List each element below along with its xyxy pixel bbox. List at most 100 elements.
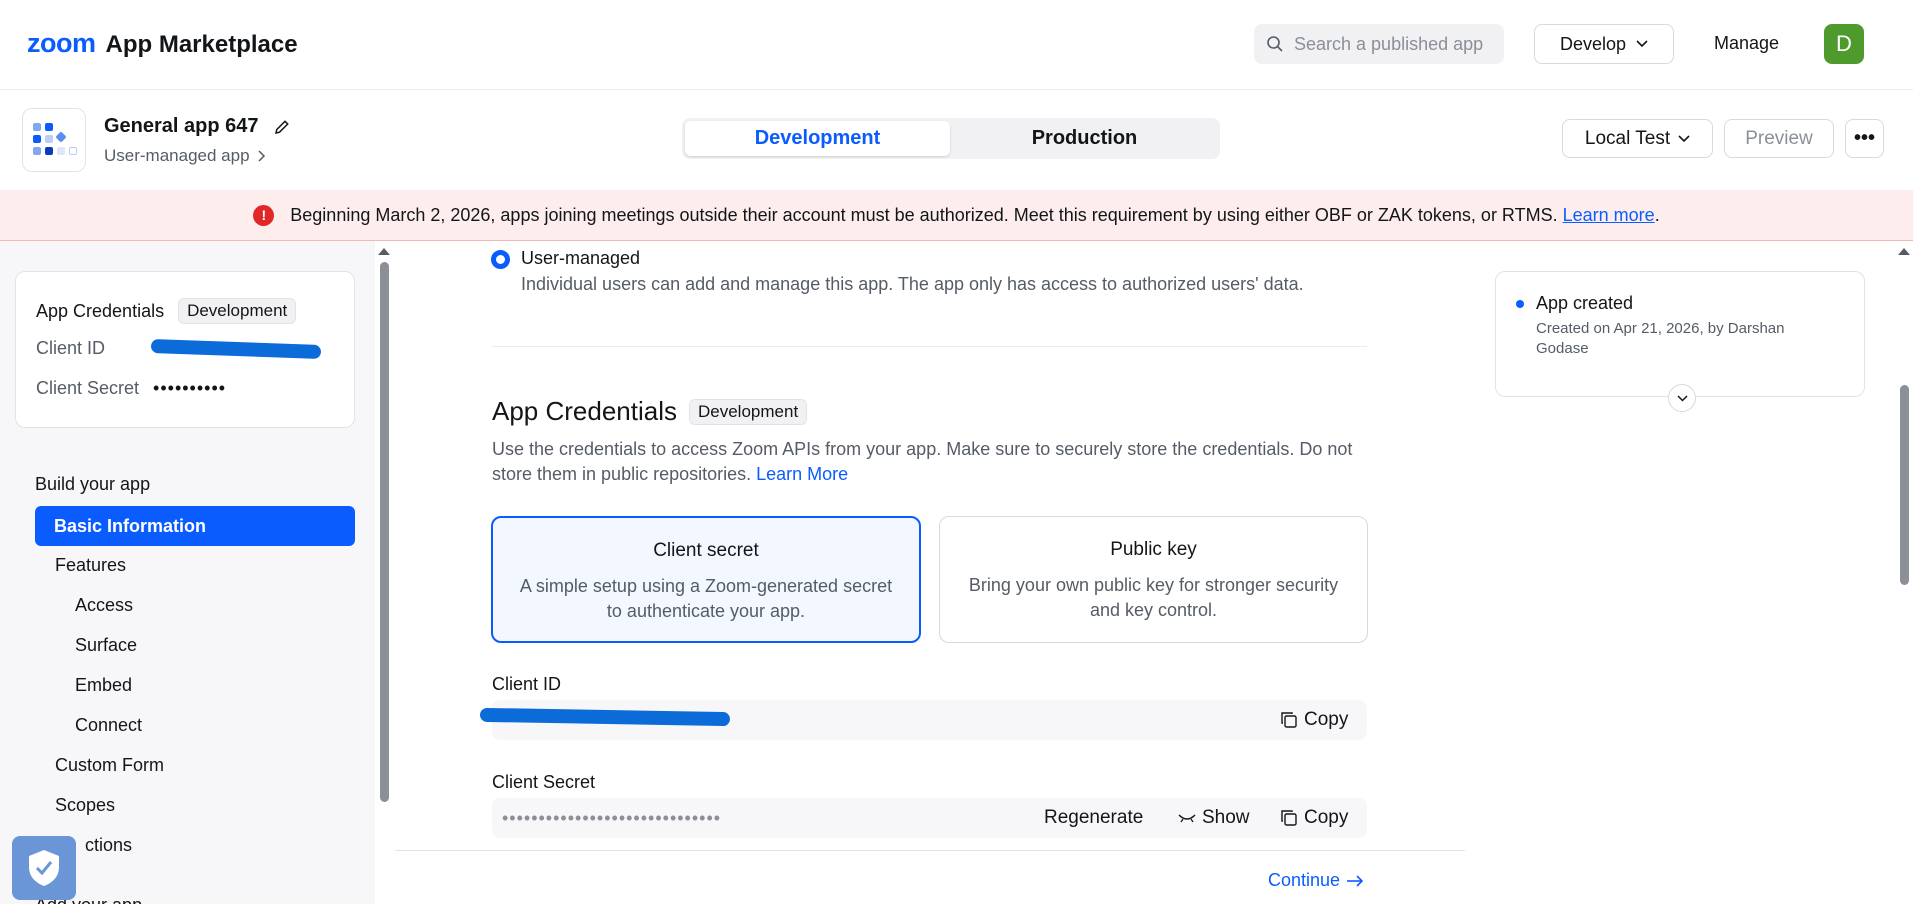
sidebar-item-embed[interactable]: Embed bbox=[75, 675, 132, 696]
tab-development[interactable]: Development bbox=[685, 121, 950, 156]
app-icon bbox=[22, 108, 86, 172]
chevron-down-icon bbox=[1636, 40, 1648, 48]
section-divider bbox=[492, 346, 1367, 347]
local-test-dropdown[interactable]: Local Test bbox=[1562, 119, 1713, 158]
copy-client-id-button[interactable]: Copy bbox=[1280, 709, 1348, 731]
cred-card-header: App Credentials Development bbox=[36, 298, 297, 324]
redaction-mark bbox=[479, 707, 731, 727]
sidebar-scroll-up-arrow[interactable] bbox=[378, 248, 390, 255]
sidebar-credentials-card: App Credentials Development Client ID Cl… bbox=[15, 271, 355, 428]
copy-icon bbox=[1281, 712, 1297, 728]
authorization-banner: ! Beginning March 2, 2026, apps joining … bbox=[0, 190, 1913, 241]
sidebar-item-label: Basic Information bbox=[54, 515, 207, 536]
marketplace-title: App Marketplace bbox=[105, 31, 298, 58]
zoom-logo-text: zoom bbox=[27, 28, 96, 58]
option-description: A simple setup using a Zoom-generated se… bbox=[519, 576, 893, 621]
sidebar-scrollbar[interactable] bbox=[380, 262, 389, 802]
page-scrollbar[interactable] bbox=[1900, 385, 1909, 585]
user-avatar[interactable]: D bbox=[1824, 24, 1864, 64]
continue-label: Continue bbox=[1268, 870, 1341, 890]
chevron-down-icon bbox=[1678, 134, 1690, 142]
client-secret-label: Client Secret bbox=[492, 772, 596, 792]
client-secret-field[interactable]: •••••••••••••••••••••••••••••• Regenerat… bbox=[492, 798, 1367, 838]
more-options-button[interactable]: ••• bbox=[1845, 119, 1884, 158]
sidebar-item-connect[interactable]: Connect bbox=[75, 715, 142, 736]
sidebar-item-basic-information[interactable]: Basic Information bbox=[35, 506, 355, 546]
credentials-description-text: Use the credentials to access Zoom APIs … bbox=[492, 439, 1353, 484]
sidebar-item-features[interactable]: Features bbox=[55, 555, 126, 576]
develop-dropdown[interactable]: Develop bbox=[1534, 24, 1674, 64]
chevron-right-icon bbox=[258, 150, 265, 162]
more-icon: ••• bbox=[1853, 127, 1875, 149]
sidebar-item-access[interactable]: Access bbox=[75, 595, 133, 616]
credentials-description: Use the credentials to access Zoom APIs … bbox=[492, 437, 1367, 487]
sidebar-item-scopes[interactable]: Scopes bbox=[55, 795, 115, 816]
zoom-marketplace-logo[interactable]: zoom App Marketplace bbox=[27, 28, 298, 59]
show-secret-button[interactable]: Show bbox=[1178, 807, 1250, 829]
search-box[interactable] bbox=[1254, 24, 1504, 64]
app-name: General app 647 bbox=[104, 115, 291, 138]
build-your-app-heading: Build your app bbox=[35, 474, 151, 494]
option-description: Bring your own public key for stronger s… bbox=[968, 575, 1339, 620]
chevron-down-icon bbox=[1676, 394, 1688, 402]
regenerate-button[interactable]: Regenerate bbox=[1044, 807, 1143, 829]
page-scroll-up-arrow[interactable] bbox=[1898, 248, 1910, 255]
copy-label: Copy bbox=[1304, 807, 1349, 828]
sidebar-item-custom-form[interactable]: Custom Form bbox=[55, 755, 164, 776]
user-managed-title: User-managed bbox=[521, 248, 641, 268]
client-id-label: Client ID bbox=[492, 674, 562, 694]
top-navigation-bar: zoom App Marketplace Develop Manage D bbox=[0, 0, 1913, 90]
search-input[interactable] bbox=[1294, 33, 1494, 55]
app-name-text: General app 647 bbox=[104, 115, 259, 137]
timeline-title: App created bbox=[1536, 293, 1634, 313]
client-secret-label: Client Secret bbox=[36, 378, 140, 398]
client-id-label: Client ID bbox=[36, 338, 106, 358]
cred-card-title: App Credentials bbox=[36, 300, 165, 321]
arrow-right-icon bbox=[1347, 874, 1364, 887]
regenerate-label: Regenerate bbox=[1044, 807, 1144, 828]
activity-timeline-card: App created Created on Apr 21, 2026, by … bbox=[1495, 271, 1865, 412]
app-type-text: User-managed app bbox=[104, 146, 250, 165]
client-id-field[interactable]: Copy bbox=[479, 700, 1367, 740]
section-title: App Credentials bbox=[492, 396, 677, 426]
banner-period: . bbox=[1654, 204, 1660, 225]
environment-toggle: Development Production bbox=[682, 118, 1220, 159]
option-title: Public key bbox=[1110, 539, 1197, 560]
user-managed-radio[interactable] bbox=[491, 250, 510, 269]
public-key-option[interactable]: Public key Bring your own public key for… bbox=[939, 516, 1368, 643]
learn-more-link[interactable]: Learn More bbox=[756, 464, 848, 484]
banner-text: Beginning March 2, 2026, apps joining me… bbox=[290, 204, 1558, 225]
redaction-mark bbox=[150, 339, 322, 359]
copy-client-secret-button[interactable]: Copy bbox=[1280, 807, 1348, 829]
client-secret-masked: •••••••••••••••••••••••••••••• bbox=[502, 808, 722, 828]
edit-pencil-icon[interactable] bbox=[273, 118, 291, 136]
continue-button[interactable]: Continue bbox=[1268, 870, 1364, 891]
footer-divider bbox=[395, 850, 1465, 851]
app-credentials-heading: App Credentials Development bbox=[492, 396, 808, 427]
local-test-label: Local Test bbox=[1584, 127, 1671, 149]
develop-label: Develop bbox=[1559, 33, 1627, 54]
env-badge: Development bbox=[689, 398, 808, 425]
client-secret-masked: •••••••••• bbox=[153, 378, 227, 398]
manage-link[interactable]: Manage bbox=[1714, 33, 1779, 54]
eye-closed-icon bbox=[1178, 814, 1196, 823]
sidebar-item-actions[interactable]: ctions bbox=[85, 835, 132, 856]
security-shield-widget[interactable] bbox=[12, 836, 76, 900]
app-type-link[interactable]: User-managed app bbox=[104, 146, 266, 166]
tab-production[interactable]: Production bbox=[952, 121, 1217, 156]
sidebar-item-surface[interactable]: Surface bbox=[75, 635, 137, 656]
copy-icon bbox=[1281, 810, 1297, 826]
sidebar: App Credentials Development Client ID Cl… bbox=[0, 241, 375, 904]
shield-check-icon bbox=[29, 850, 59, 886]
show-label: Show bbox=[1202, 807, 1250, 828]
preview-button[interactable]: Preview bbox=[1724, 119, 1834, 158]
error-icon: ! bbox=[253, 204, 275, 226]
env-badge: Development bbox=[178, 298, 297, 324]
option-title: Client secret bbox=[653, 540, 759, 561]
search-icon bbox=[1267, 36, 1283, 52]
copy-label: Copy bbox=[1304, 709, 1349, 730]
client-secret-option[interactable]: Client secret A simple setup using a Zoo… bbox=[491, 516, 921, 643]
banner-message: Beginning March 2, 2026, apps joining me… bbox=[290, 205, 1659, 226]
banner-learn-more-link[interactable]: Learn more bbox=[1563, 205, 1655, 225]
expand-timeline-button[interactable] bbox=[1668, 384, 1696, 412]
